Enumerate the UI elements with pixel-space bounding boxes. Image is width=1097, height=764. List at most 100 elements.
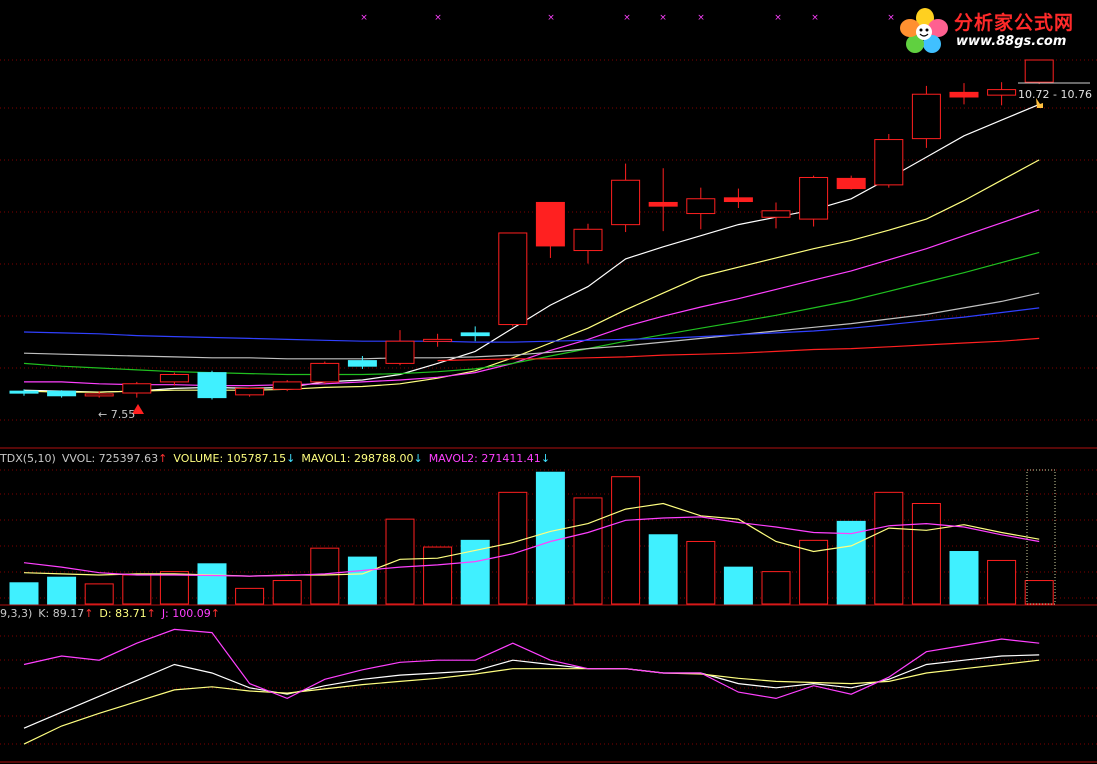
event-marker: × (360, 13, 368, 23)
readout-item: J: 100.09↑ (162, 607, 220, 620)
event-marker: × (774, 13, 782, 23)
event-marker: × (887, 13, 895, 23)
candle (423, 333, 453, 347)
readout-item: K: 89.17↑ (38, 607, 93, 620)
readout-value: D: 83.71 (99, 607, 147, 620)
volume-bar (761, 571, 791, 605)
arrow-down-icon: ↓ (540, 452, 551, 465)
volume-bar (385, 518, 415, 605)
event-marker: × (697, 13, 705, 23)
candle-body (84, 393, 114, 397)
arrow-up-icon: ↑ (146, 607, 156, 620)
candle-body (911, 93, 941, 140)
volume-bar (84, 583, 114, 605)
volume-readout-bar: TDX(5,10) VVOL: 725397.63↑ VOLUME: 105787.… (0, 452, 556, 466)
readout-item: MAVOL1: 298788.00↓ (301, 452, 422, 465)
arrow-down-icon: ↓ (413, 452, 423, 465)
candle (723, 188, 753, 208)
chart-canvas[interactable]: × × × × × × × × × (0, 0, 1097, 764)
volume-bar (47, 576, 77, 605)
candle-body (1024, 59, 1054, 83)
candle-body (47, 390, 77, 397)
candle-body (272, 381, 302, 390)
readout-item: VVOL: 725397.63↑ (62, 452, 168, 465)
readout-item: D: 83.71↑ (99, 607, 155, 620)
arrow-up-icon: ↑ (84, 607, 94, 620)
candle-body (573, 228, 603, 252)
volume-bar (122, 574, 152, 605)
volume-bar (573, 497, 603, 605)
candle (122, 381, 152, 398)
candle (235, 387, 265, 397)
candle-body (197, 372, 227, 399)
k-line (23, 654, 1040, 729)
arrow-down-icon: ↓ (286, 452, 296, 465)
candle-body (987, 89, 1017, 96)
volume-bar (9, 582, 39, 605)
event-markers: × × × × × × × × × (360, 13, 895, 23)
volume-bar (949, 551, 979, 605)
readout-item: 9,3,3) (0, 607, 32, 620)
ma120-line (23, 307, 1040, 343)
event-marker: × (659, 13, 667, 23)
readout-item: TDX(5,10) (0, 452, 56, 465)
price-range-label: 10.72 - 10.76 (1018, 88, 1092, 101)
candle-body (686, 198, 716, 215)
volume-bar (911, 503, 941, 605)
candle (47, 390, 77, 398)
candle (272, 380, 302, 392)
candle (799, 175, 829, 227)
candle-body (347, 360, 377, 367)
candle (949, 83, 979, 105)
candle (911, 85, 941, 148)
stock-chart: × × × × × × × × × 分析家公式网 www.88gs.com 10.72 - 10… (0, 0, 1097, 764)
candle (498, 232, 528, 327)
ma60-line (23, 292, 1040, 360)
candle-body (498, 232, 528, 326)
candle-body (385, 340, 415, 364)
site-logo: 分析家公式网 www.88gs.com (898, 6, 1093, 54)
candle-body (9, 390, 39, 394)
candle-body (761, 210, 791, 218)
arrow-up-icon: ↑ (158, 452, 168, 465)
readout-value: VOLUME: 105787.15 (173, 452, 287, 465)
candle-body (535, 201, 565, 247)
logo-url: www.88gs.com (956, 34, 1067, 49)
candle (310, 361, 340, 384)
candle-body (648, 201, 678, 207)
readout-value: 9,3,3) (0, 607, 33, 620)
candle (573, 223, 603, 264)
volume-bar (235, 587, 265, 605)
volume-bar (498, 491, 528, 605)
readout-value: VVOL: 725397.63 (61, 452, 159, 465)
candle (1024, 59, 1054, 85)
candle-body (423, 338, 453, 342)
event-marker: × (434, 13, 442, 23)
readout-value: MAVOL2: 271411.41 (428, 452, 541, 465)
candle-body (611, 179, 641, 226)
candle-body (799, 176, 829, 220)
candle (874, 134, 904, 188)
flower-logo-icon (900, 8, 948, 53)
volume-bar (535, 471, 565, 605)
candle-body (460, 332, 490, 337)
candle (686, 187, 716, 230)
event-marker: × (811, 13, 819, 23)
candle (987, 82, 1017, 106)
logo-title: 分析家公式网 (954, 12, 1075, 34)
candle (535, 201, 565, 258)
readout-value: MAVOL1: 298788.00 (301, 452, 414, 465)
d-line (23, 659, 1040, 745)
volume-bar (987, 559, 1017, 605)
volume-bar (272, 580, 302, 605)
candle (611, 163, 641, 233)
volume-bar (347, 556, 377, 605)
volume-bar (723, 566, 753, 605)
readout-item: VOLUME: 105787.15↓ (173, 452, 295, 465)
candle-body (122, 383, 152, 394)
volume-bar (159, 571, 189, 605)
volume-bar (686, 540, 716, 605)
readout-value: TDX(5,10) (0, 452, 56, 465)
candle (385, 330, 415, 366)
ma30-line (23, 251, 1040, 376)
